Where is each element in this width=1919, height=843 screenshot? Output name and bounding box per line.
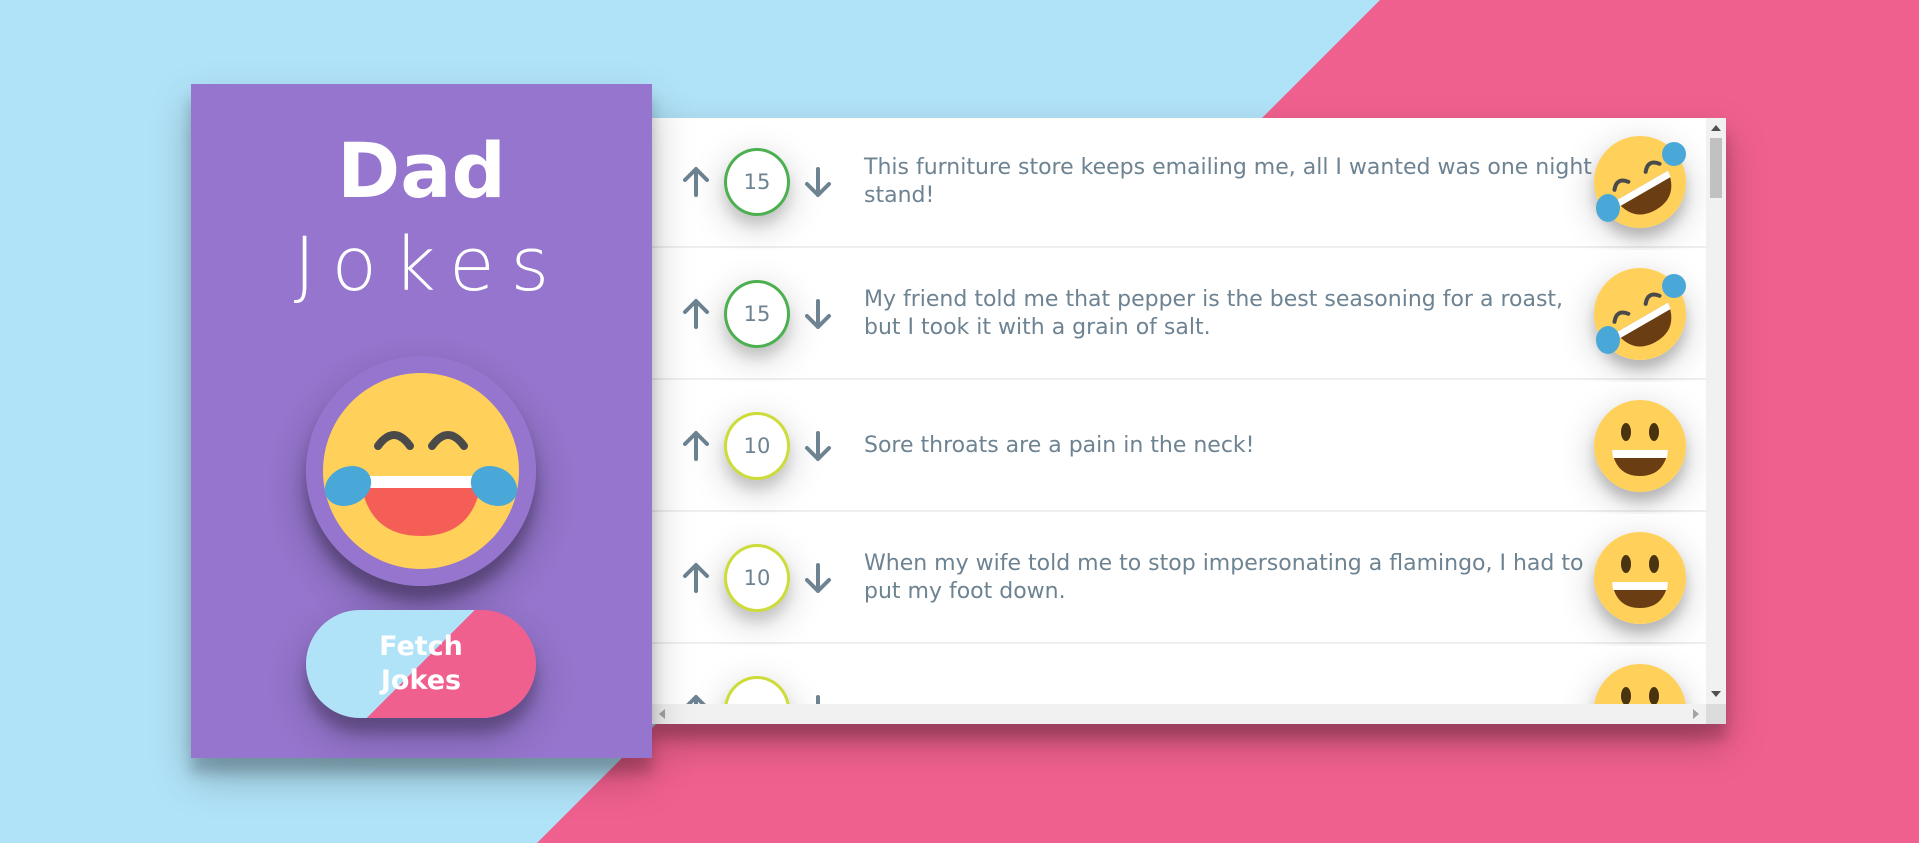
arrow-up-icon[interactable] (682, 166, 710, 198)
grinning-face-icon (1594, 400, 1686, 492)
scroll-up-icon[interactable] (1711, 125, 1721, 131)
vote-controls: 15 (682, 118, 832, 246)
joke-text: Sore throats are a pain in the neck! (864, 433, 1255, 458)
joke-row: 10 Sore throats are a pain in the neck! (652, 382, 1706, 512)
joke-row: 15 My friend told me that pepper is the … (652, 250, 1706, 380)
vote-controls: 15 (682, 250, 832, 378)
arrow-down-icon[interactable] (804, 430, 832, 462)
joke-text: When my wife told me to stop impersonati… (864, 551, 1584, 604)
jokes-list: 15 This furniture store keeps emailing m… (652, 118, 1706, 704)
fetch-jokes-button[interactable]: Fetch Jokes (306, 610, 536, 718)
joke-text: My friend told me that pepper is the bes… (864, 287, 1564, 340)
arrow-down-icon[interactable] (804, 694, 832, 704)
arrow-down-icon[interactable] (804, 298, 832, 330)
title-dad: Dad (337, 126, 506, 215)
rolling-on-floor-laughing-icon (1594, 268, 1686, 360)
grinning-face-icon (1594, 664, 1686, 704)
score-badge: 10 (724, 544, 790, 612)
sidebar: Dad Jokes Fetch Jokes (191, 84, 652, 758)
scroll-left-icon[interactable] (659, 709, 665, 719)
jokes-list-panel[interactable]: 15 This furniture store keeps emailing m… (652, 118, 1726, 724)
joke-text: This furniture store keeps emailing me, … (864, 155, 1592, 208)
score-badge: 10 (724, 412, 790, 480)
joke-row: 10 When my wife told me to stop imperson… (652, 514, 1706, 644)
grinning-face-icon (1594, 532, 1686, 624)
scroll-right-icon[interactable] (1693, 709, 1699, 719)
horizontal-scrollbar[interactable] (652, 704, 1706, 724)
laughing-tears-emoji-icon (306, 356, 536, 586)
arrow-up-icon[interactable] (682, 562, 710, 594)
arrow-up-icon[interactable] (682, 694, 710, 704)
vote-controls: 10 (682, 514, 832, 642)
rolling-on-floor-laughing-icon (1594, 136, 1686, 228)
scrollbar-thumb[interactable] (1710, 138, 1722, 198)
arrow-down-icon[interactable] (804, 166, 832, 198)
joke-row: 15 This furniture store keeps emailing m… (652, 118, 1706, 248)
vertical-scrollbar[interactable] (1706, 118, 1726, 704)
fetch-jokes-label: Fetch Jokes (379, 631, 463, 696)
score-badge: 15 (724, 280, 790, 348)
scroll-down-icon[interactable] (1711, 691, 1721, 697)
vote-controls: 10 (682, 382, 832, 510)
score-badge (724, 676, 790, 704)
arrow-down-icon[interactable] (804, 562, 832, 594)
joke-row (652, 646, 1706, 704)
vote-controls (682, 646, 832, 704)
arrow-up-icon[interactable] (682, 430, 710, 462)
arrow-up-icon[interactable] (682, 298, 710, 330)
scrollbar-corner (1706, 704, 1726, 724)
score-badge: 15 (724, 148, 790, 216)
title-jokes: Jokes (293, 222, 566, 308)
